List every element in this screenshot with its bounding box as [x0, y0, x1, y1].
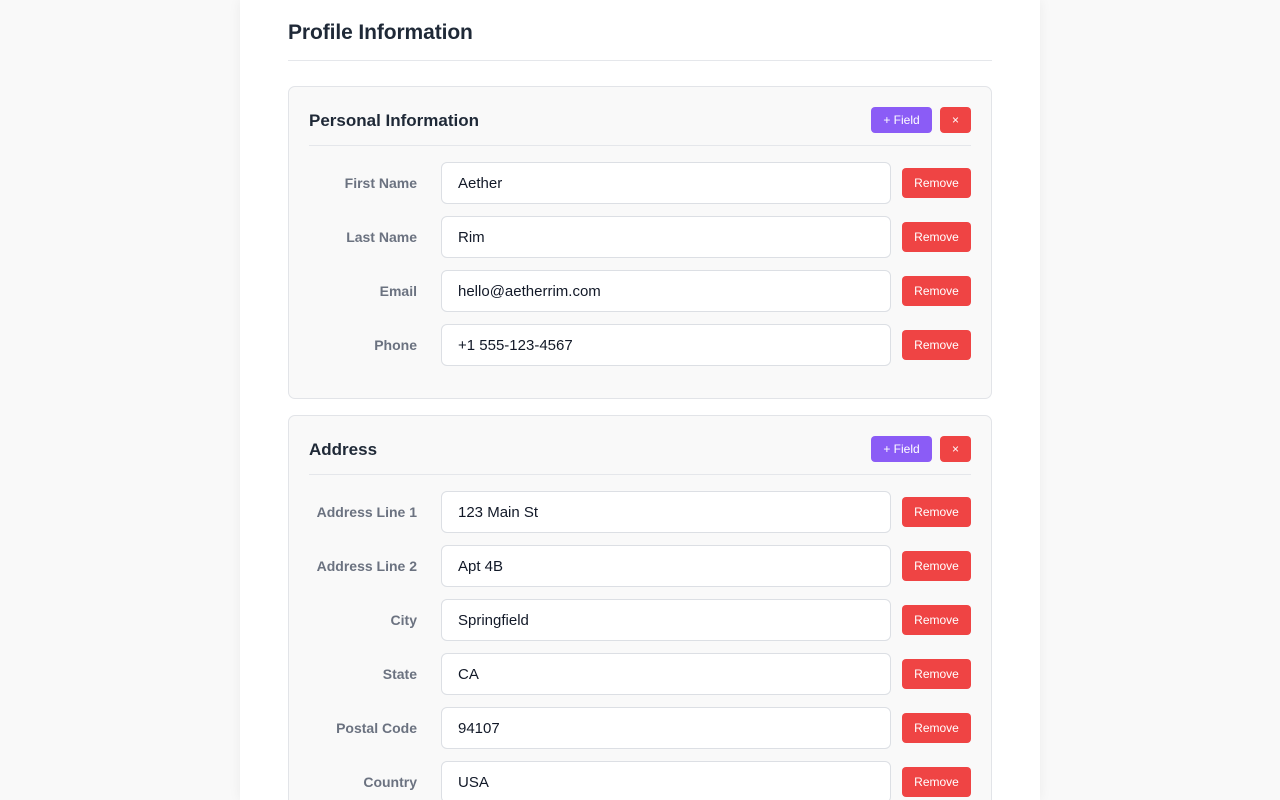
- remove-field-button[interactable]: Remove: [902, 713, 971, 743]
- phone-input[interactable]: [441, 324, 891, 366]
- field-list: First Name Remove Last Name Remove Email…: [309, 162, 971, 378]
- field-row-city: City Remove: [309, 599, 971, 653]
- field-row-postal-code: Postal Code Remove: [309, 707, 971, 761]
- page-title: Profile Information: [288, 21, 473, 44]
- field-row-phone: Phone Remove: [309, 324, 971, 378]
- remove-field-button[interactable]: Remove: [902, 605, 971, 635]
- remove-section-button[interactable]: ×: [940, 436, 971, 462]
- section-personal-information: Personal Information + Field × First Nam…: [288, 86, 992, 399]
- remove-field-button[interactable]: Remove: [902, 767, 971, 797]
- remove-field-button[interactable]: Remove: [902, 276, 971, 306]
- field-row-address-line-1: Address Line 1 Remove: [309, 491, 971, 545]
- remove-field-button[interactable]: Remove: [902, 168, 971, 198]
- city-input[interactable]: [441, 599, 891, 641]
- section-title: Address: [309, 440, 378, 459]
- remove-field-button[interactable]: Remove: [902, 551, 971, 581]
- profile-card: Profile Information Personal Information…: [240, 0, 1040, 800]
- field-row-country: Country Remove: [309, 761, 971, 800]
- section-header: Address + Field ×: [309, 416, 971, 475]
- section-address: Address + Field × Address Line 1 Remove …: [288, 415, 992, 800]
- address-line-2-input[interactable]: [441, 545, 891, 587]
- field-label: Country: [363, 774, 417, 790]
- section-header: Personal Information + Field ×: [309, 87, 971, 146]
- remove-field-button[interactable]: Remove: [902, 497, 971, 527]
- add-field-button[interactable]: + Field: [871, 107, 932, 133]
- field-row-last-name: Last Name Remove: [309, 216, 971, 270]
- field-label: First Name: [344, 175, 417, 191]
- field-row-email: Email Remove: [309, 270, 971, 324]
- remove-field-button[interactable]: Remove: [902, 330, 971, 360]
- remove-field-button[interactable]: Remove: [902, 222, 971, 252]
- title-divider: [288, 60, 992, 61]
- last-name-input[interactable]: [441, 216, 891, 258]
- section-title: Personal Information: [309, 111, 480, 130]
- postal-code-input[interactable]: [441, 707, 891, 749]
- field-row-first-name: First Name Remove: [309, 162, 971, 216]
- field-row-address-line-2: Address Line 2 Remove: [309, 545, 971, 599]
- country-input[interactable]: [441, 761, 891, 800]
- field-label: Phone: [374, 337, 417, 353]
- address-line-1-input[interactable]: [441, 491, 891, 533]
- field-label: Email: [379, 283, 417, 299]
- field-label: City: [390, 612, 417, 628]
- state-input[interactable]: [441, 653, 891, 695]
- field-label: State: [382, 666, 417, 682]
- field-row-state: State Remove: [309, 653, 971, 707]
- add-field-button[interactable]: + Field: [871, 436, 932, 462]
- remove-field-button[interactable]: Remove: [902, 659, 971, 689]
- remove-section-button[interactable]: ×: [940, 107, 971, 133]
- first-name-input[interactable]: [441, 162, 891, 204]
- email-input[interactable]: [441, 270, 891, 312]
- field-label: Address Line 1: [316, 504, 417, 520]
- field-label: Last Name: [346, 229, 417, 245]
- field-label: Postal Code: [336, 720, 417, 736]
- field-list: Address Line 1 Remove Address Line 2 Rem…: [309, 491, 971, 800]
- field-label: Address Line 2: [316, 558, 417, 574]
